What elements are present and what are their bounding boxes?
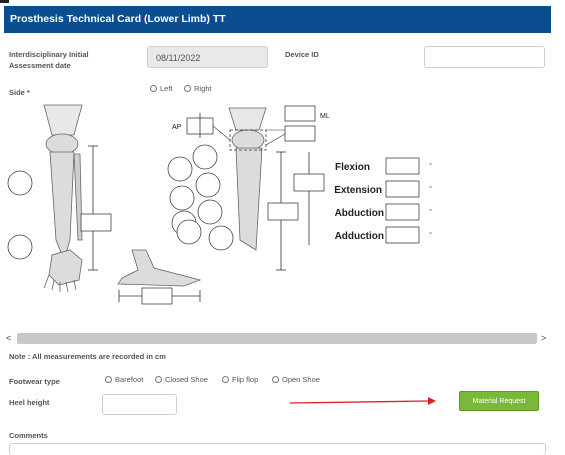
footwear-barefoot-label: Barefoot (115, 375, 144, 384)
card-header: Prosthesis Technical Card (Lower Limb) T… (4, 6, 551, 33)
circumference-circle-lower[interactable] (7, 234, 33, 260)
ml-box-lower[interactable] (284, 125, 316, 142)
radio-circle-icon (150, 85, 157, 92)
heel-height-field[interactable] (102, 394, 177, 415)
footwear-open-shoe-radio[interactable]: Open Shoe (272, 375, 320, 384)
side-label: Side * (9, 88, 30, 97)
device-id-field[interactable] (424, 46, 545, 68)
material-request-button[interactable]: Material Request (459, 391, 539, 411)
top-strip (0, 0, 565, 5)
measurement-note: Note : All measurements are recorded in … (9, 352, 166, 361)
circle-m7[interactable] (176, 219, 202, 245)
flexion-unit: ° (429, 161, 432, 170)
circumference-circle-upper[interactable] (7, 170, 33, 196)
flexion-label: Flexion (335, 162, 370, 173)
footwear-flip-flop-radio[interactable]: Flip flop (222, 375, 258, 384)
abduction-label: Abduction (335, 208, 384, 219)
horizontal-scrollbar[interactable]: < > (4, 333, 551, 344)
scroll-left-icon[interactable]: < (6, 333, 11, 344)
extension-box[interactable] (385, 180, 420, 198)
top-strip-mark (0, 0, 9, 3)
footwear-closed-shoe-label: Closed Shoe (165, 375, 208, 384)
circle-m2[interactable] (192, 144, 218, 170)
heel-height-label: Heel height (9, 398, 50, 407)
adduction-box[interactable] (385, 226, 420, 244)
side-left-radio[interactable]: Left (150, 84, 173, 93)
radio-circle-icon (105, 376, 112, 383)
circle-m3[interactable] (169, 185, 195, 211)
abduction-unit: ° (429, 207, 432, 216)
leg-measurement-diagram: AP ML Flexion Extension Abduction Adduct… (4, 100, 424, 310)
card-title: Prosthesis Technical Card (Lower Limb) T… (10, 13, 226, 25)
assessment-date-label-line2: Assessment date (9, 61, 71, 70)
flexion-box[interactable] (385, 157, 420, 175)
radio-circle-icon (184, 85, 191, 92)
ml-label: ML (320, 113, 330, 120)
side-left-label: Left (160, 84, 173, 93)
comments-label: Comments (9, 431, 48, 440)
foot-length-box[interactable] (141, 287, 173, 305)
side-right-label: Right (194, 84, 212, 93)
assessment-date-label: Interdisciplinary Initial Assessment dat… (9, 49, 89, 71)
radio-circle-icon (155, 376, 162, 383)
footwear-label: Footwear type (9, 377, 60, 386)
residual-length-box[interactable] (267, 202, 299, 221)
assessment-date-label-line1: Interdisciplinary Initial (9, 50, 89, 59)
radio-circle-icon (222, 376, 229, 383)
abduction-box[interactable] (385, 203, 420, 221)
tibia-length-box[interactable] (80, 213, 112, 232)
footwear-closed-shoe-radio[interactable]: Closed Shoe (155, 375, 208, 384)
device-id-label: Device ID (285, 50, 319, 59)
assessment-date-value: 08/11/2022 (156, 53, 201, 63)
ap-label: AP (172, 124, 182, 131)
circle-m1[interactable] (167, 156, 193, 182)
adduction-unit: ° (429, 230, 432, 239)
scroll-right-icon[interactable]: > (541, 333, 546, 344)
comments-textarea[interactable] (9, 443, 546, 455)
radio-circle-icon (272, 376, 279, 383)
assessment-date-field[interactable]: 08/11/2022 (147, 46, 268, 68)
circle-m8[interactable] (208, 225, 234, 251)
footwear-barefoot-radio[interactable]: Barefoot (105, 375, 143, 384)
adduction-label: Adduction (335, 231, 384, 242)
extension-label: Extension (334, 185, 382, 196)
side-right-radio[interactable]: Right (184, 84, 212, 93)
footwear-open-shoe-label: Open Shoe (282, 375, 320, 384)
scrollbar-thumb[interactable] (17, 333, 537, 344)
ml-box-upper[interactable] (284, 105, 316, 122)
circle-m6[interactable] (197, 199, 223, 225)
knee-height-box[interactable] (293, 173, 325, 192)
red-arrow-annotation (289, 397, 436, 405)
footwear-flip-flop-label: Flip flop (232, 375, 259, 384)
circle-m4[interactable] (195, 172, 221, 198)
extension-unit: ° (429, 184, 432, 193)
